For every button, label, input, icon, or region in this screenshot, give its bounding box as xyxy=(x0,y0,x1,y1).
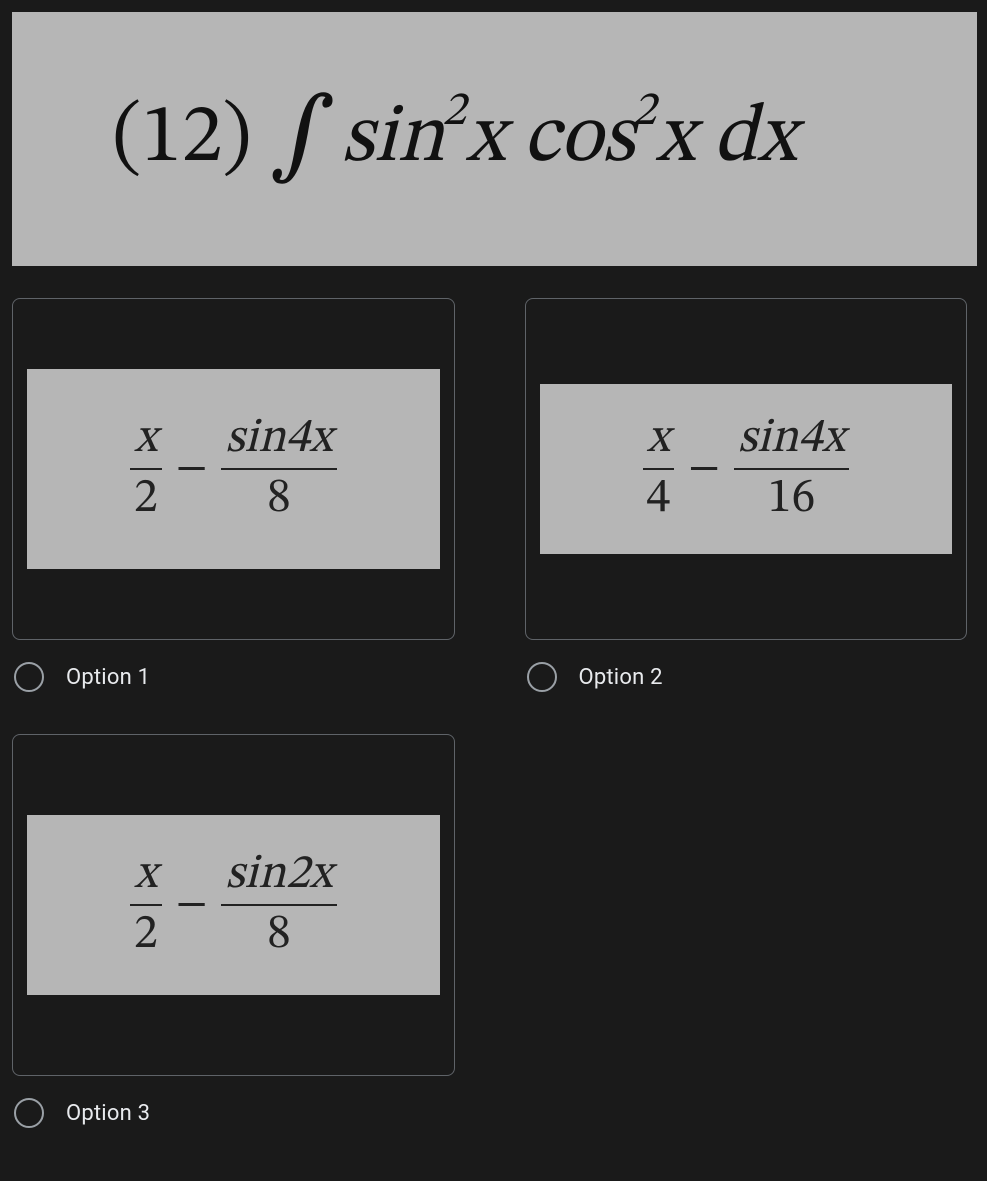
fraction-bar xyxy=(221,904,336,906)
option-1-image: x 2 − sin4x 8 xyxy=(27,369,440,569)
option-3-card[interactable]: x 2 − sin2x 8 xyxy=(12,734,455,1076)
radio-icon xyxy=(14,1098,44,1128)
option-2-formula: x 4 − sin4x 16 xyxy=(643,414,850,525)
option-2-card[interactable]: x 4 − sin4x 16 xyxy=(525,298,968,640)
fraction-bar xyxy=(643,468,675,470)
numerator: sin4x xyxy=(221,414,336,464)
fraction: sin2x 8 xyxy=(221,850,336,961)
option-2-column: x 4 − sin4x 16 Option 2 xyxy=(525,298,968,692)
option-3-image: x 2 − sin2x 8 xyxy=(27,815,440,995)
fraction-bar xyxy=(734,468,849,470)
numerator: x xyxy=(130,414,161,464)
option-2-image: x 4 − sin4x 16 xyxy=(540,384,953,554)
numerator: sin4x xyxy=(734,414,849,464)
option-1-column: x 2 − sin4x 8 Option 1 xyxy=(12,298,455,692)
options-grid: x 2 − sin4x 8 Option 1 xyxy=(0,298,987,1128)
x2: x xyxy=(656,98,695,180)
numerator: sin2x xyxy=(221,850,336,900)
fraction-bar xyxy=(130,468,162,470)
x1: x xyxy=(466,98,505,180)
option-3-column: x 2 − sin2x 8 Option 3 xyxy=(12,734,455,1128)
integral-symbol: ∫ xyxy=(270,89,336,185)
radio-icon xyxy=(527,662,557,692)
minus-sign: − xyxy=(688,442,720,497)
numerator: x xyxy=(643,414,674,464)
minus-sign: − xyxy=(176,878,208,933)
denominator: 16 xyxy=(764,474,820,524)
radio-icon xyxy=(14,662,44,692)
option-1-label: Option 1 xyxy=(66,665,150,690)
fraction: x 2 xyxy=(130,414,162,525)
denominator: 8 xyxy=(263,910,295,960)
option-2-radio[interactable]: Option 2 xyxy=(525,662,968,692)
cos: cos xyxy=(523,98,634,180)
fraction-bar xyxy=(130,904,162,906)
fraction: sin4x 16 xyxy=(734,414,849,525)
option-2-label: Option 2 xyxy=(579,665,663,690)
denominator: 2 xyxy=(130,474,162,524)
numerator: x xyxy=(130,850,161,900)
question-number: 12 xyxy=(141,98,222,180)
option-1-formula: x 2 − sin4x 8 xyxy=(130,414,337,525)
option-3-radio[interactable]: Option 3 xyxy=(12,1098,455,1128)
question-formula: (12) ∫ sin2x cos2x dx xyxy=(112,91,797,187)
option-3-formula: x 2 − sin2x 8 xyxy=(130,850,337,961)
paren-close: ) xyxy=(222,98,251,180)
dx: dx xyxy=(713,98,796,180)
paren-open: ( xyxy=(112,98,141,180)
exponent-2b: 2 xyxy=(632,89,656,137)
fraction: x 2 xyxy=(130,850,162,961)
empty-cell xyxy=(525,734,968,1128)
option-1-radio[interactable]: Option 1 xyxy=(12,662,455,692)
denominator: 2 xyxy=(130,910,162,960)
fraction-bar xyxy=(221,468,336,470)
fraction: sin4x 8 xyxy=(221,414,336,525)
question-image: (12) ∫ sin2x cos2x dx xyxy=(12,12,977,266)
denominator: 4 xyxy=(643,474,675,524)
sin: sin xyxy=(341,98,444,180)
option-3-label: Option 3 xyxy=(66,1101,150,1126)
option-1-card[interactable]: x 2 − sin4x 8 xyxy=(12,298,455,640)
minus-sign: − xyxy=(176,442,208,497)
denominator: 8 xyxy=(263,474,295,524)
exponent-2a: 2 xyxy=(442,89,466,137)
fraction: x 4 xyxy=(643,414,675,525)
